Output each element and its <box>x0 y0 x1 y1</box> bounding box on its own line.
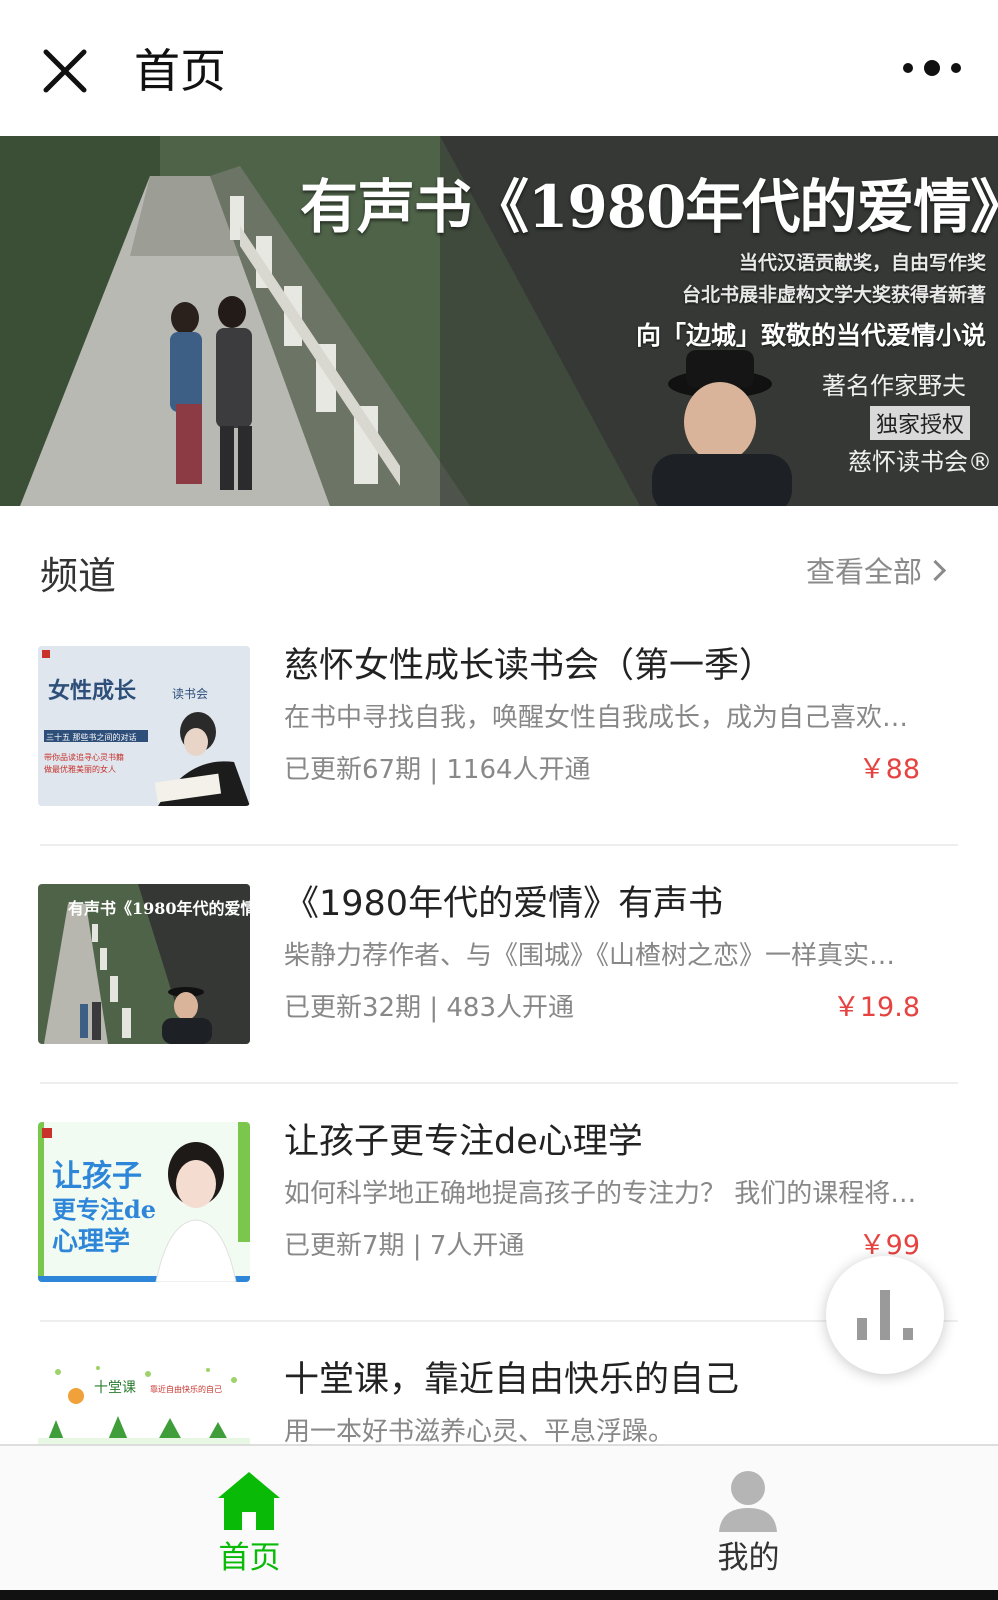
chevron-right-icon <box>924 559 947 582</box>
banner-club-name: 慈怀读书会® <box>848 448 992 476</box>
more-dots-icon <box>903 60 961 76</box>
channel-meta: 已更新67期 | 1164人开通 <box>284 755 591 785</box>
channel-price: ￥19.8 <box>832 992 920 1023</box>
tab-home[interactable]: 首页 <box>0 1446 499 1592</box>
channel-thumbnail: 让孩子 更专注de 心理学 <box>38 1122 250 1282</box>
thumb-line-3: 心理学 <box>52 1226 130 1257</box>
page-title: 首页 <box>134 44 226 98</box>
divider <box>40 1320 958 1322</box>
thumb-line-1: 三十五 那些书之间的对话 <box>46 732 137 742</box>
banner-subtitle-1: 当代汉语贡献奖，自由写作奖 <box>738 252 986 274</box>
bar-chart-icon <box>857 1290 913 1340</box>
thumb-headline: 女性成长 <box>48 678 137 704</box>
channel-meta: 已更新7期 | 7人开通 <box>284 1231 525 1261</box>
channel-title: 十堂课，靠近自由快乐的自己 <box>284 1360 740 1400</box>
section-title: 频道 <box>40 554 117 598</box>
thumb-line-2: 更专注de <box>52 1195 156 1224</box>
thumb-sub: 靠近自由快乐的自己 <box>150 1384 222 1394</box>
tab-mine[interactable]: 我的 <box>499 1446 998 1592</box>
channel-description: 如何科学地正确地提高孩子的专注力？ 我们的课程将… <box>284 1179 917 1209</box>
channel-description: 在书中寻找自我，唤醒女性自我成长，成为自己喜欢… <box>284 703 909 733</box>
view-all-link[interactable]: 查看全部 <box>806 552 947 592</box>
view-all-label: 查看全部 <box>806 555 923 589</box>
channel-thumbnail: 有声书《1980年代的爱情》 <box>38 884 250 1044</box>
more-button[interactable] <box>900 48 964 88</box>
channel-title: 让孩子更专注de心理学 <box>284 1122 643 1162</box>
thumb-line-3: 做最优雅美丽的女人 <box>44 764 116 774</box>
banner-subtitle-2: 台北书展非虚构文学大奖获得者新著 <box>681 284 986 306</box>
banner-author: 著名作家野夫 <box>822 372 966 400</box>
channel-item[interactable]: 让孩子 更专注de 心理学 让孩子更专注de心理学 如何科学地正确地提高孩子的专… <box>38 1122 958 1360</box>
channel-item[interactable]: 十堂课 靠近自由快乐的自己 十堂课，靠近自由快乐的自己 用一本好书滋养心灵、平息… <box>38 1360 958 1444</box>
divider <box>40 1082 958 1084</box>
banner-tagline: 向「边城」致敬的当代爱情小说 <box>635 321 986 350</box>
channel-item[interactable]: 有声书《1980年代的爱情》 《1980年代的爱情》有声书 柴静力荐作者、与《围… <box>38 884 958 1122</box>
tab-mine-label: 我的 <box>717 1540 780 1576</box>
channel-meta: 已更新32期 | 483人开通 <box>284 993 574 1023</box>
stats-float-button[interactable] <box>826 1256 944 1374</box>
tab-home-label: 首页 <box>218 1540 281 1576</box>
close-icon <box>43 49 87 93</box>
channel-price: ￥88 <box>858 754 920 785</box>
thumb-line-1: 让孩子 <box>52 1159 142 1194</box>
divider <box>40 844 958 846</box>
banner-title: 有声书《1980年代的爱情》 <box>300 173 998 241</box>
top-nav-bar: 首页 <box>0 0 998 136</box>
system-home-bar <box>0 1590 998 1600</box>
thumb-headline: 十堂课 <box>94 1380 136 1396</box>
home-icon <box>218 1472 280 1530</box>
bottom-tab-bar: 首页 我的 <box>0 1444 998 1590</box>
thumb-tag: 读书会 <box>172 687 208 701</box>
channel-thumbnail: 女性成长 读书会 三十五 那些书之间的对话 带你品读追寻心灵书籍 做最优雅美丽的… <box>38 646 250 806</box>
banner-license-badge: 独家授权 <box>870 406 971 440</box>
channel-thumbnail: 十堂课 靠近自由快乐的自己 <box>38 1360 250 1444</box>
user-icon <box>719 1471 777 1532</box>
channel-title: 慈怀女性成长读书会（第一季） <box>284 646 775 686</box>
banner-carousel[interactable]: 有声书《1980年代的爱情》 当代汉语贡献奖，自由写作奖 台北书展非虚构文学大奖… <box>0 136 998 506</box>
channel-title: 《1980年代的爱情》有声书 <box>284 884 724 924</box>
thumb-line-2: 带你品读追寻心灵书籍 <box>44 752 124 762</box>
channel-item[interactable]: 女性成长 读书会 三十五 那些书之间的对话 带你品读追寻心灵书籍 做最优雅美丽的… <box>38 646 958 884</box>
close-button[interactable] <box>38 44 92 98</box>
thumb-headline: 有声书《1980年代的爱情》 <box>68 899 250 918</box>
channel-description: 柴静力荐作者、与《围城》《山楂树之恋》一样真实… <box>284 941 896 971</box>
channel-description: 用一本好书滋养心灵、平息浮躁。 <box>284 1417 675 1444</box>
